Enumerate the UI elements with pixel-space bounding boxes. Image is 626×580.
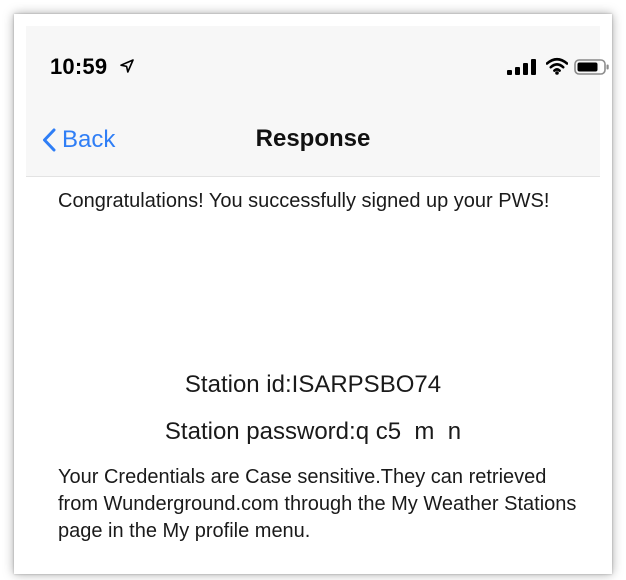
top-bar: 10:59 Back Response <box>26 26 609 177</box>
cellular-signal-icon <box>507 59 536 75</box>
status-time: 10:59 <box>50 54 108 79</box>
battery-icon <box>574 59 609 75</box>
status-bar: 10:59 <box>26 26 609 106</box>
station-id-text: Station id:ISARPSBO74 <box>184 371 442 398</box>
back-button[interactable]: Back <box>42 122 115 158</box>
wifi-icon <box>546 57 568 75</box>
back-button-label: Back <box>62 126 116 153</box>
station-password-text: Station password:q c5 m n <box>164 418 462 445</box>
navigation-bar: Back Response <box>26 110 600 174</box>
phone-screen: 10:59 Back Response Congratulations! You… <box>14 14 612 574</box>
credentials-note: Your Credentials are Case sensitive.They… <box>58 466 577 542</box>
chevron-left-icon <box>43 128 56 152</box>
location-arrow-icon <box>120 59 134 73</box>
success-message: Congratulations! You successfully signed… <box>58 190 550 212</box>
